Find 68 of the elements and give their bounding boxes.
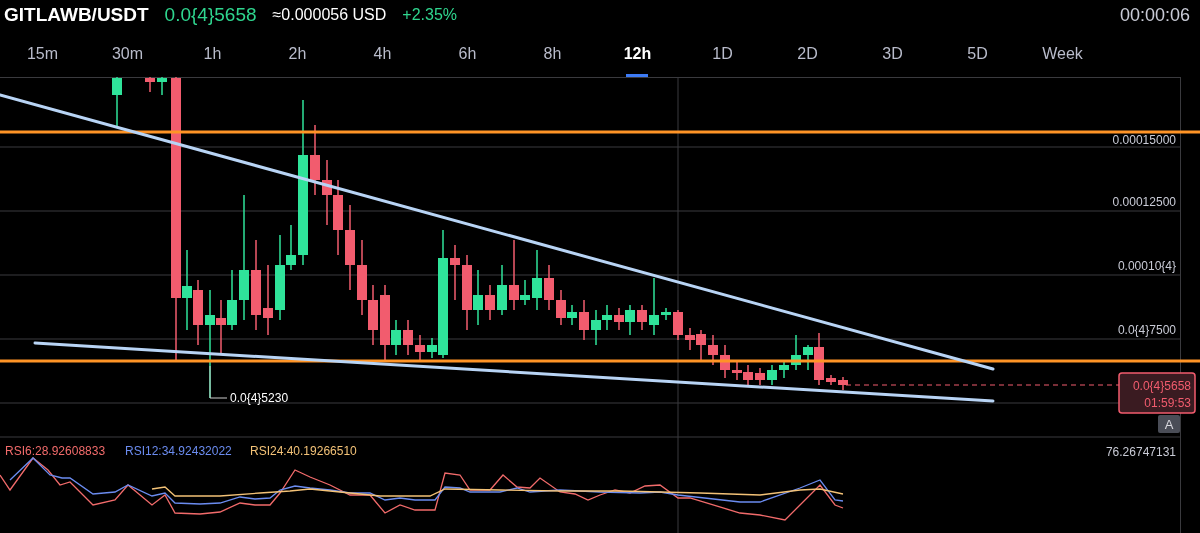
last-price-label: 0.0{4}5658 (1132, 379, 1191, 393)
candle (826, 374, 836, 386)
interval-tab[interactable]: 4h (340, 30, 425, 77)
rsi-legend-label: RSI6:28.92608833 (5, 444, 106, 458)
candle (755, 367, 765, 386)
candle (743, 364, 753, 386)
candle (696, 329, 706, 361)
interval-tab[interactable]: 2D (765, 30, 850, 77)
interval-tab[interactable]: 5D (935, 30, 1020, 77)
candle (614, 307, 624, 331)
candle (602, 304, 612, 331)
candle (661, 307, 671, 321)
candle-countdown: 01:59:53 (1144, 396, 1191, 410)
candle (227, 269, 237, 331)
candle (637, 304, 647, 331)
candle (497, 264, 507, 316)
candle (310, 124, 320, 196)
candle (263, 264, 273, 336)
interval-tab[interactable]: Week (1020, 30, 1105, 77)
candle (157, 77, 167, 96)
candle (685, 327, 695, 351)
price-axis-label: 0.00015000 (1112, 133, 1176, 147)
leader-line (209, 365, 228, 399)
candle (732, 361, 742, 381)
clock-time: 00:00:06 (1119, 3, 1191, 27)
interval-tab[interactable]: 15m (0, 30, 85, 77)
interval-tab[interactable]: 30m (85, 30, 170, 77)
candle (838, 376, 848, 391)
low-price-label: 0.0{4}5230 (230, 391, 289, 405)
interval-tab[interactable]: 1h (170, 30, 255, 77)
candle (767, 364, 777, 386)
candle (591, 309, 601, 346)
candle (193, 279, 203, 346)
candle (145, 77, 155, 93)
candle (673, 309, 683, 341)
price-axis-label: 0.0{4}7500 (1117, 323, 1176, 337)
candle (625, 304, 635, 336)
last-price: 0.0{4}5658 (164, 2, 257, 27)
candle (708, 334, 718, 366)
candle (544, 264, 554, 311)
interval-tab[interactable]: 8h (510, 30, 595, 77)
candle (368, 284, 378, 346)
interval-tab[interactable]: 12h (595, 30, 680, 77)
candle (649, 277, 659, 336)
interval-tab[interactable]: 1D (680, 30, 765, 77)
price-change: +2.35% (402, 5, 458, 25)
trading-pair-title: GITLAWB/USDT (4, 2, 149, 27)
candle (112, 77, 122, 129)
alert-button[interactable]: A (1158, 415, 1180, 433)
candle (791, 334, 801, 371)
candle (473, 269, 483, 326)
rsi-legend-label: RSI12:34.92432022 (125, 444, 232, 458)
rsi-legend-label: RSI24:40.19266510 (250, 444, 357, 458)
interval-tab[interactable]: 2h (255, 30, 340, 77)
interval-tab[interactable]: 3D (850, 30, 935, 77)
candle (579, 299, 589, 341)
price-axis-label: 0.00010{4} (1117, 259, 1176, 273)
price-axis-label: 0.00012500 (1112, 195, 1176, 209)
candle (403, 319, 413, 356)
interval-tab[interactable]: 6h (425, 30, 510, 77)
usd-price: ≈0.000056 USD (272, 5, 387, 25)
rsi-axis-label: 76.26747131 (1105, 445, 1176, 459)
candle (532, 249, 542, 311)
candle (485, 284, 495, 321)
candle (415, 334, 425, 361)
candle (322, 159, 332, 226)
candle (450, 244, 460, 301)
candle (720, 344, 730, 379)
